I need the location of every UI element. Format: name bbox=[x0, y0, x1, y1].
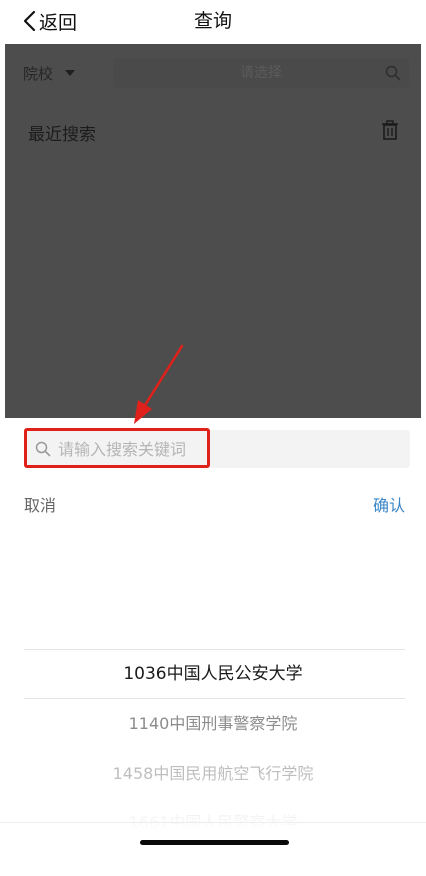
filter-search-placeholder: 请选择 bbox=[240, 65, 282, 81]
navigation-bar: 返回 查询 bbox=[0, 0, 426, 44]
picker-item[interactable]: 1458中国民用航空飞行学院 bbox=[0, 749, 426, 799]
picker-item-selected[interactable]: 1036中国人民公安大学 bbox=[0, 649, 426, 699]
confirm-button[interactable]: 确认 bbox=[373, 492, 405, 516]
school-dropdown[interactable]: 院校 bbox=[23, 58, 76, 88]
picker-item[interactable]: 1661中国人民警察大学 bbox=[0, 798, 426, 828]
school-dropdown-label: 院校 bbox=[23, 64, 54, 83]
picker-item[interactable]: 1140中国刑事警察学院 bbox=[0, 699, 426, 749]
picker-sheet: 取消 确认 1036中国人民公安大学 1140中国刑事警察学院 1458中国民用… bbox=[0, 418, 426, 876]
page-title: 查询 bbox=[193, 10, 232, 32]
bottom-divider bbox=[0, 822, 426, 823]
dropdown-caret-icon bbox=[65, 70, 76, 76]
search-icon bbox=[385, 65, 401, 81]
trash-icon[interactable] bbox=[381, 120, 399, 140]
sheet-search-box bbox=[24, 430, 410, 468]
recent-search-title: 最近搜索 bbox=[28, 125, 96, 145]
filter-search-box[interactable]: 请选择 bbox=[113, 58, 409, 88]
dimmed-overlay[interactable]: 院校 请选择 最近搜索 bbox=[5, 44, 421, 418]
school-picker-wheel[interactable]: 1036中国人民公安大学 1140中国刑事警察学院 1458中国民用航空飞行学院… bbox=[0, 528, 426, 828]
cancel-button[interactable]: 取消 bbox=[24, 492, 56, 516]
search-icon bbox=[35, 441, 51, 457]
filter-row: 院校 请选择 bbox=[17, 58, 409, 88]
home-indicator bbox=[140, 840, 289, 845]
keyword-search-input[interactable] bbox=[58, 430, 398, 468]
